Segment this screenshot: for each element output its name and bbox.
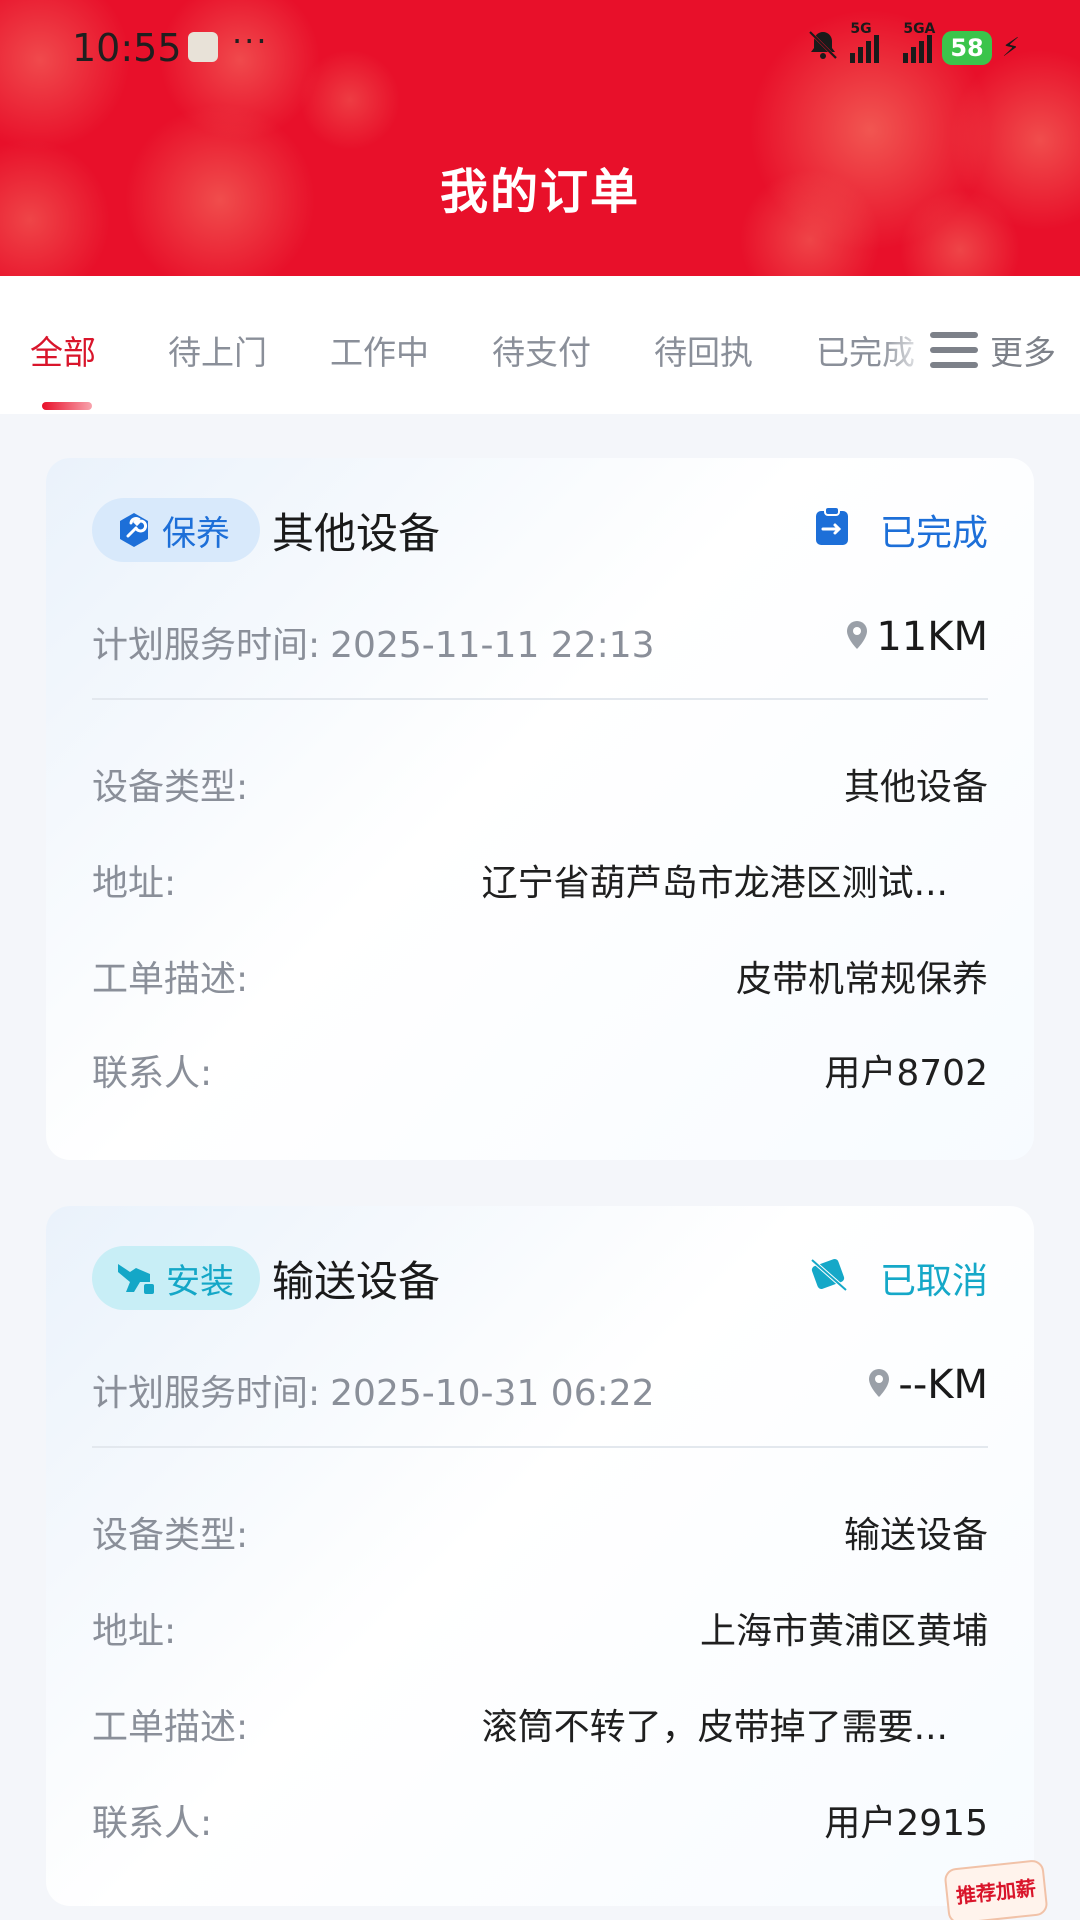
more-label: 更多 [990, 333, 1056, 372]
promo-floating-badge[interactable]: 推荐加薪 [943, 1858, 1049, 1920]
address-value: 辽宁省葫芦岛市龙港区测试... [481, 863, 948, 904]
cancelled-icon [808, 1254, 850, 1303]
device-type-value: 输送设备 [843, 1515, 988, 1556]
address-value: 上海市黄浦区黄埔 [699, 1611, 988, 1652]
more-tabs-button[interactable]: 更多 [924, 326, 1056, 374]
order-status-tabs: 全部 待上门 工作中 待支付 待回执 已完成 更多 [0, 276, 1080, 414]
signal-5g-icon: 5G [850, 21, 880, 63]
contact-value: 用户2915 [824, 1803, 988, 1844]
address-label: 地址: [92, 1611, 177, 1652]
description-value: 皮带机常规保养 [735, 959, 988, 1000]
distance: 11KM [846, 614, 988, 660]
device-type-label: 设备类型: [92, 767, 249, 808]
scheduled-time-value: 2025-10-31 06:22 [330, 1373, 655, 1414]
description-label: 工单描述: [92, 959, 249, 1000]
address-label: 地址: [92, 863, 177, 904]
distance: --KM [868, 1362, 988, 1408]
device-type-label: 设备类型: [92, 1515, 249, 1556]
contact-value: 用户8702 [824, 1053, 988, 1094]
mute-bell-icon [806, 28, 840, 69]
charging-bolt-icon: ⚡ [1001, 33, 1020, 63]
menu-icon [930, 332, 978, 368]
status-icons: 5G 5GA 58 ⚡ [806, 21, 1020, 69]
service-type-tag: 安装 [92, 1246, 260, 1310]
device-type-value: 其他设备 [843, 767, 988, 808]
status-time: 10:55 [72, 26, 182, 70]
order-card[interactable]: 安装 输送设备 已取消 计划服务时间: 2025-10-31 06:22 --KM… [46, 1206, 1034, 1906]
divider [92, 698, 988, 700]
tab-all[interactable]: 全部 [30, 326, 96, 374]
notification-app-icon [188, 32, 218, 62]
scheduled-time-label: 计划服务时间: [92, 1373, 321, 1414]
location-pin-icon [868, 1362, 890, 1408]
order-status-label: 已取消 [879, 1261, 988, 1302]
order-card[interactable]: 保养 其他设备 已完成 计划服务时间: 2025-11-11 22:13 11KM… [46, 458, 1034, 1160]
distance-value: --KM [898, 1362, 988, 1408]
header-banner: 10:55 ··· 5G 5GA 58 ⚡ 我的订单 [0, 0, 1080, 276]
service-type-tag: 保养 [92, 498, 260, 562]
status-bar: 10:55 ··· 5G 5GA 58 ⚡ [0, 21, 1080, 78]
order-status-label: 已完成 [879, 513, 988, 554]
clipboard-icon [814, 505, 850, 556]
battery-indicator: 58 [942, 31, 992, 65]
install-drill-icon [114, 1258, 158, 1298]
service-type-label: 保养 [162, 513, 230, 554]
distance-value: 11KM [876, 614, 988, 660]
order-status: 已取消 [808, 1252, 988, 1304]
scheduled-time-label: 计划服务时间: [92, 625, 321, 666]
description-label: 工单描述: [92, 1707, 249, 1748]
tab-pending-receipt[interactable]: 待回执 [654, 326, 753, 374]
location-pin-icon [846, 614, 868, 660]
tab-pending-visit[interactable]: 待上门 [168, 326, 267, 374]
page-title: 我的订单 [439, 164, 640, 220]
active-tab-indicator [42, 402, 92, 410]
divider [92, 1446, 988, 1448]
tab-in-progress[interactable]: 工作中 [330, 326, 429, 374]
device-title: 输送设备 [272, 1257, 441, 1306]
contact-label: 联系人: [92, 1803, 213, 1844]
description-value: 滚筒不转了，皮带掉了需要... [481, 1707, 948, 1748]
contact-label: 联系人: [92, 1053, 213, 1094]
scheduled-time: 计划服务时间: 2025-10-31 06:22 [92, 1364, 988, 1416]
scheduled-time-value: 2025-11-11 22:13 [330, 625, 655, 666]
wrench-icon [114, 510, 154, 550]
device-title: 其他设备 [272, 509, 441, 558]
more-notifications-icon: ··· [232, 22, 269, 60]
order-status: 已完成 [814, 504, 988, 556]
tabs-fade [880, 316, 930, 376]
signal-5ga-icon: 5GA [903, 21, 935, 63]
service-type-label: 安装 [166, 1261, 234, 1302]
tab-pending-payment[interactable]: 待支付 [492, 326, 591, 374]
